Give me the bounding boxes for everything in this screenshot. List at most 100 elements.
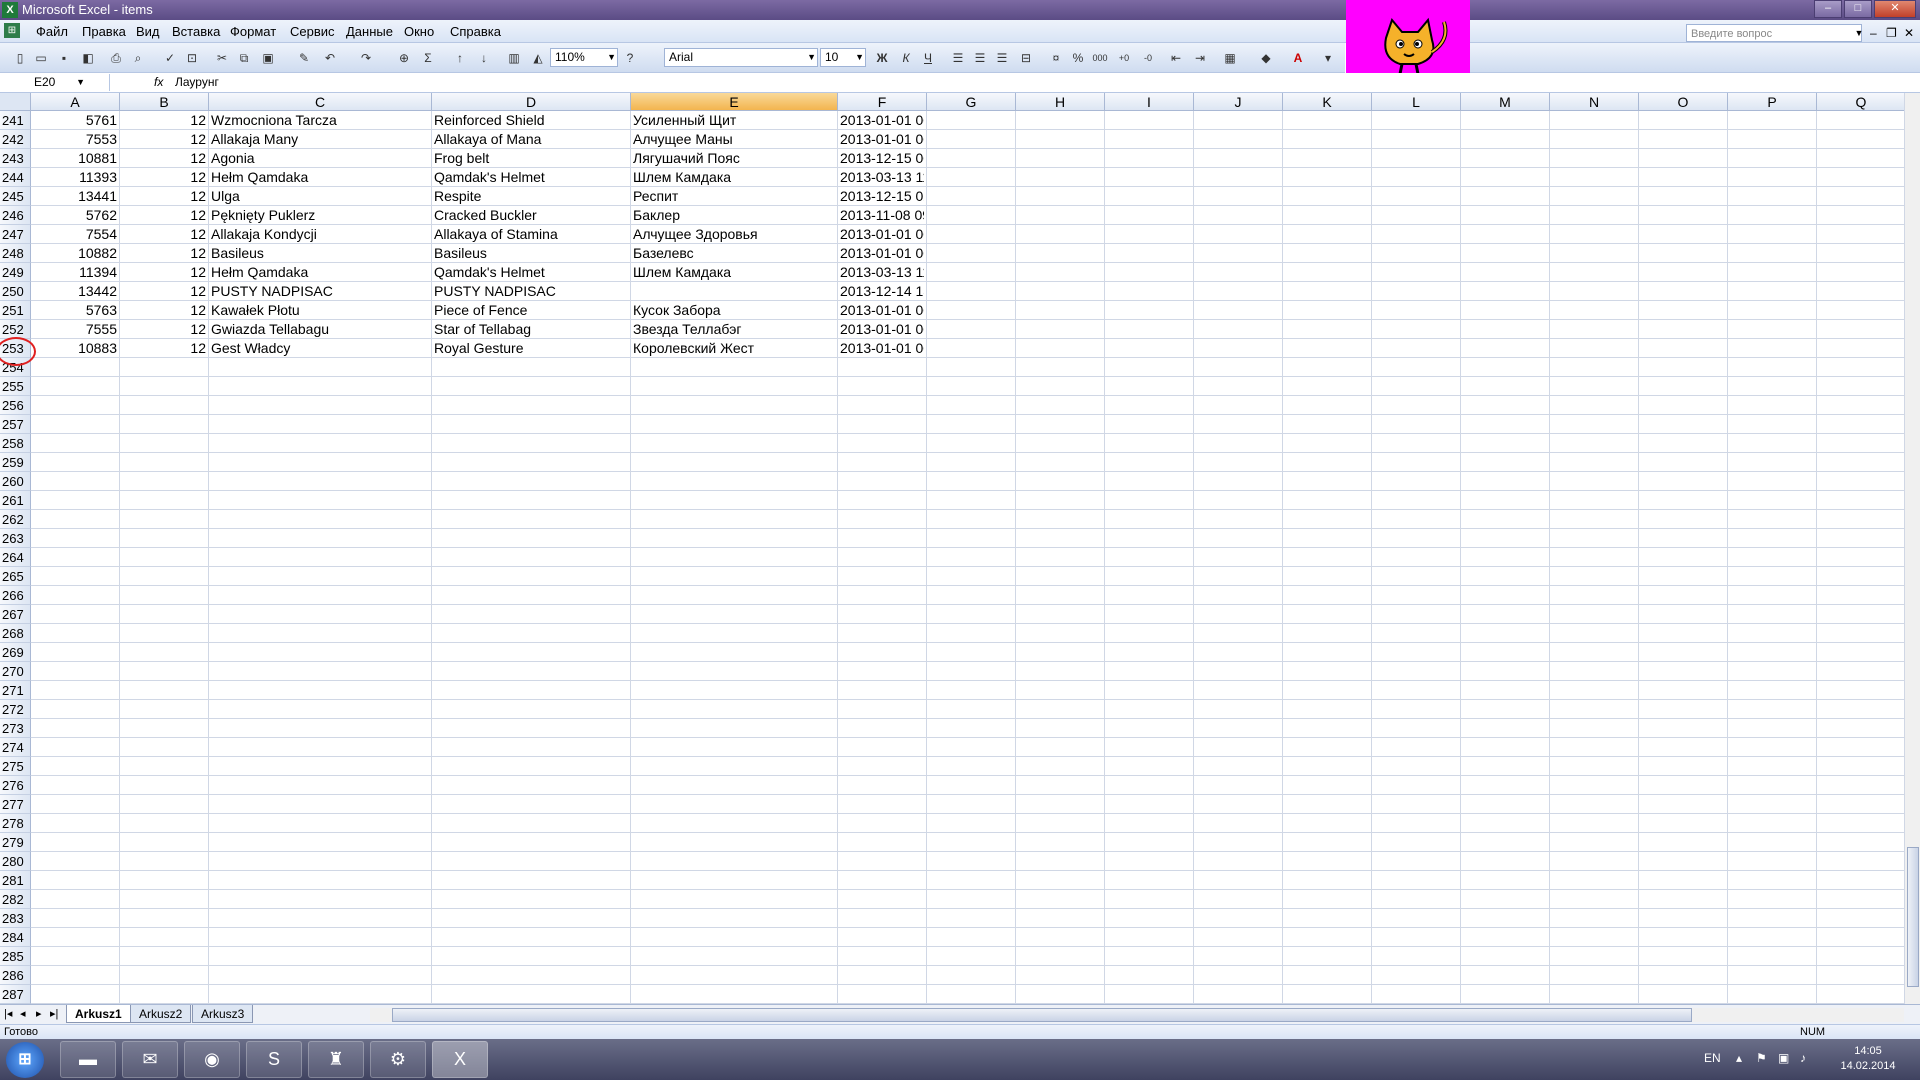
sort-ascending-icon[interactable]: ↑ xyxy=(452,50,468,66)
decrease-indent-icon[interactable]: ⇤ xyxy=(1168,50,1184,66)
row-header[interactable]: 267 xyxy=(0,605,31,624)
last-sheet-icon[interactable]: ▸| xyxy=(50,1007,58,1020)
cell-d-247[interactable]: Allakaya of Stamina xyxy=(434,225,628,244)
network-icon[interactable]: ▣ xyxy=(1778,1051,1789,1065)
row-header[interactable]: 274 xyxy=(0,738,31,757)
cell-d-244[interactable]: Qamdak's Helmet xyxy=(434,168,628,187)
drawing-icon[interactable]: ◭ xyxy=(530,50,546,66)
skype-icon[interactable]: S xyxy=(246,1041,302,1078)
menu-insert[interactable]: Вставка xyxy=(172,24,220,39)
cell-c-247[interactable]: Allakaja Kondycji xyxy=(211,225,429,244)
cell-e-253[interactable]: Королевский Жест xyxy=(633,339,835,358)
steam-icon[interactable]: ⚙ xyxy=(370,1041,426,1078)
autosum-icon[interactable]: Σ xyxy=(420,50,436,66)
vertical-scroll-thumb[interactable] xyxy=(1907,847,1919,987)
cell-c-249[interactable]: Hełm Qamdaka xyxy=(211,263,429,282)
undo-icon[interactable]: ↶ xyxy=(322,50,338,66)
cell-d-245[interactable]: Respite xyxy=(434,187,628,206)
cell-c-248[interactable]: Basileus xyxy=(211,244,429,263)
mail-icon[interactable]: ✉ xyxy=(122,1041,178,1078)
cell-f-251[interactable]: 2013-01-01 00:00:00 xyxy=(840,301,924,320)
cell-b-249[interactable]: 12 xyxy=(122,263,206,282)
cell-c-243[interactable]: Agonia xyxy=(211,149,429,168)
row-header[interactable]: 275 xyxy=(0,757,31,776)
currency-icon[interactable]: ¤ xyxy=(1048,50,1064,66)
row-header[interactable]: 272 xyxy=(0,700,31,719)
row-header[interactable]: 278 xyxy=(0,814,31,833)
cell-f-244[interactable]: 2013-03-13 11:11:17 xyxy=(840,168,924,187)
cell-b-244[interactable]: 12 xyxy=(122,168,206,187)
cell-d-242[interactable]: Allakaya of Mana xyxy=(434,130,628,149)
column-header-p[interactable]: P xyxy=(1728,93,1817,111)
comma-style-icon[interactable]: 000 xyxy=(1092,50,1108,66)
cell-b-247[interactable]: 12 xyxy=(122,225,206,244)
row-header[interactable]: 271 xyxy=(0,681,31,700)
cell-f-246[interactable]: 2013-11-08 09:48:27 xyxy=(840,206,924,225)
font-size-select[interactable]: 10 ▼ xyxy=(820,48,866,67)
row-header[interactable]: 285 xyxy=(0,947,31,966)
sort-descending-icon[interactable]: ↓ xyxy=(476,50,492,66)
underline-button[interactable]: Ч xyxy=(920,50,936,66)
select-all-corner[interactable] xyxy=(0,93,31,111)
cell-a-253[interactable]: 10883 xyxy=(33,339,117,358)
cell-e-249[interactable]: Шлем Камдака xyxy=(633,263,835,282)
column-header-l[interactable]: L xyxy=(1372,93,1461,111)
menu-view[interactable]: Вид xyxy=(136,24,160,39)
cell-e-247[interactable]: Алчущее Здоровья xyxy=(633,225,835,244)
doc-restore-button[interactable]: ❐ xyxy=(1886,26,1897,40)
row-header[interactable]: 245 xyxy=(0,187,31,206)
row-header[interactable]: 287 xyxy=(0,985,31,1004)
clock[interactable]: 14:05 14.02.2014 xyxy=(1826,1044,1910,1074)
cell-c-251[interactable]: Kawałek Płotu xyxy=(211,301,429,320)
font-select[interactable]: Arial ▼ xyxy=(664,48,818,67)
action-center-icon[interactable]: ⚑ xyxy=(1756,1051,1767,1065)
formula-input[interactable]: Лаурунг xyxy=(175,74,219,91)
cell-d-251[interactable]: Piece of Fence xyxy=(434,301,628,320)
cell-f-243[interactable]: 2013-12-15 00:43:43 xyxy=(840,149,924,168)
sheet-tab-arkusz1[interactable]: Arkusz1 xyxy=(66,1005,131,1023)
language-indicator[interactable]: EN xyxy=(1704,1051,1721,1065)
cell-c-242[interactable]: Allakaja Many xyxy=(211,130,429,149)
horizontal-scroll-thumb[interactable] xyxy=(392,1008,1692,1022)
column-header-m[interactable]: M xyxy=(1461,93,1550,111)
font-dropdown-arrow-icon[interactable]: ▼ xyxy=(807,49,816,66)
sheet-tab-arkusz2[interactable]: Arkusz2 xyxy=(130,1005,192,1023)
row-header[interactable]: 280 xyxy=(0,852,31,871)
ask-dropdown-arrow-icon[interactable]: ▼ xyxy=(1852,24,1866,42)
cell-d-241[interactable]: Reinforced Shield xyxy=(434,111,628,130)
cell-a-248[interactable]: 10882 xyxy=(33,244,117,263)
firefox-icon[interactable]: ◉ xyxy=(184,1041,240,1078)
paste-icon[interactable]: ▣ xyxy=(260,50,276,66)
column-header-k[interactable]: K xyxy=(1283,93,1372,111)
cell-f-253[interactable]: 2013-01-01 00:00:00 xyxy=(840,339,924,358)
cell-b-241[interactable]: 12 xyxy=(122,111,206,130)
row-header[interactable]: 258 xyxy=(0,434,31,453)
borders-icon[interactable]: ▦ xyxy=(1222,50,1238,66)
permission-icon[interactable]: ◧ xyxy=(80,50,96,66)
hyperlink-icon[interactable]: ⊕ xyxy=(396,50,412,66)
cell-f-242[interactable]: 2013-01-01 00:00:00 xyxy=(840,130,924,149)
row-header[interactable]: 264 xyxy=(0,548,31,567)
next-sheet-icon[interactable]: ▸ xyxy=(36,1007,42,1020)
row-header[interactable]: 269 xyxy=(0,643,31,662)
cell-c-244[interactable]: Hełm Qamdaka xyxy=(211,168,429,187)
cell-e-248[interactable]: Базелевс xyxy=(633,244,835,263)
cell-e-244[interactable]: Шлем Камдака xyxy=(633,168,835,187)
cell-a-247[interactable]: 7554 xyxy=(33,225,117,244)
cell-d-250[interactable]: PUSTY NADPISAC xyxy=(434,282,628,301)
row-header[interactable]: 286 xyxy=(0,966,31,985)
column-header-e[interactable]: E xyxy=(631,93,838,111)
column-header-f[interactable]: F xyxy=(838,93,927,111)
cell-d-248[interactable]: Basileus xyxy=(434,244,628,263)
increase-indent-icon[interactable]: ⇥ xyxy=(1192,50,1208,66)
cell-c-252[interactable]: Gwiazda Tellabagu xyxy=(211,320,429,339)
excel-app-icon[interactable]: X xyxy=(2,2,18,18)
row-header[interactable]: 246 xyxy=(0,206,31,225)
cell-e-252[interactable]: Звезда Теллабэг xyxy=(633,320,835,339)
zoom-select[interactable]: 110% ▼ xyxy=(550,48,618,67)
cell-f-252[interactable]: 2013-01-01 00:00:00 xyxy=(840,320,924,339)
cell-b-248[interactable]: 12 xyxy=(122,244,206,263)
row-header[interactable]: 250 xyxy=(0,282,31,301)
minimize-button[interactable]: – xyxy=(1814,0,1842,18)
name-box[interactable]: E20 ▼ xyxy=(0,74,110,91)
